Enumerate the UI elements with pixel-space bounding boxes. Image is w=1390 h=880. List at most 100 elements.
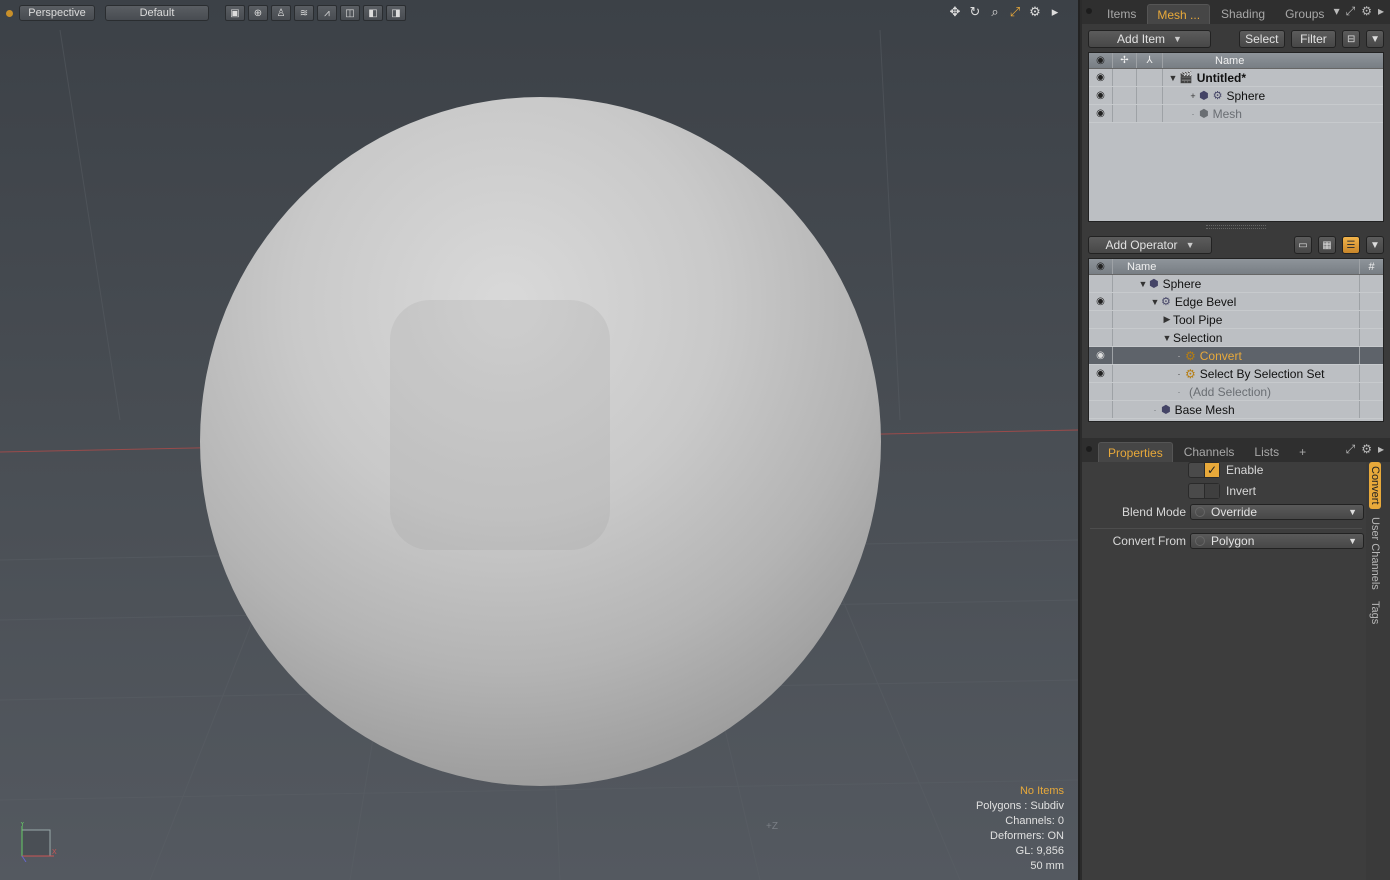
select-button[interactable]: Select <box>1238 30 1285 48</box>
mesh-cube-icon: ⬢ <box>1199 108 1209 120</box>
op-row-base-mesh[interactable]: · ⬢ Base Mesh <box>1089 401 1383 419</box>
ring-icon <box>1195 507 1205 517</box>
filter-button[interactable]: Filter <box>1290 30 1337 48</box>
expand-triangle-icon[interactable]: ▼ <box>1161 333 1173 343</box>
tree-row-scene[interactable]: ◉ ▼ 🎬 Untitled* <box>1089 69 1383 87</box>
eye-icon: ◉ <box>1089 259 1113 274</box>
visibility-eye-icon[interactable]: ◉ <box>1089 365 1113 382</box>
op-row-tool-pipe[interactable]: ▶ Tool Pipe <box>1089 311 1383 329</box>
expand-plus-icon[interactable]: + <box>1187 91 1199 101</box>
item-name-column[interactable]: Name <box>1163 53 1383 68</box>
stats-gl: GL: 9,856 <box>1015 845 1064 857</box>
gear-icon[interactable]: ⚙ <box>1361 4 1372 19</box>
operator-name-column[interactable]: Name <box>1113 259 1359 274</box>
viewport-stats: No Items Polygons : Subdiv Channels: 0 D… <box>976 784 1064 874</box>
expand-icon[interactable]: ⤢ <box>1346 4 1356 19</box>
view-type-button[interactable]: Perspective <box>19 5 95 21</box>
panel-grip[interactable] <box>1086 446 1092 452</box>
enable-checkbox[interactable]: ✓ <box>1188 462 1220 478</box>
operator-tree[interactable]: ◉ Name # ▼ ⬢ Sphere ◉ ▼ ⚙ Edge Bevel ▶ T… <box>1088 258 1384 422</box>
globe-icon[interactable]: ⊕ <box>248 5 268 21</box>
tab-channels[interactable]: Channels <box>1175 442 1244 462</box>
expand-triangle-icon[interactable]: ▼ <box>1137 279 1149 289</box>
pages-icon[interactable]: ◨ <box>386 5 406 21</box>
op-row-add-selection[interactable]: · (Add Selection) <box>1089 383 1383 401</box>
zoom-icon[interactable]: ⌕ <box>988 4 1002 20</box>
add-item-label: Add Item <box>1117 32 1166 46</box>
tab-mesh[interactable]: Mesh ... <box>1147 4 1211 24</box>
chevron-down-icon[interactable]: ▾ <box>1334 4 1340 19</box>
item-tree[interactable]: ◉ ✢ ⅄ Name ◉ ▼ 🎬 Untitled* ◉ + ⬢ ⚙ Spher… <box>1088 52 1384 222</box>
collapse-triangle-icon[interactable]: ▶ <box>1161 314 1173 325</box>
tab-lists[interactable]: Lists <box>1245 442 1288 462</box>
chevron-right-icon[interactable]: ▸ <box>1378 442 1384 457</box>
filter-funnel-icon[interactable]: ▼ <box>1366 30 1385 48</box>
tree-branch-icon: · <box>1153 404 1157 415</box>
blend-mode-value: Override <box>1211 505 1258 519</box>
gear-icon[interactable]: ⚙ <box>1028 4 1042 20</box>
op-row-select-by-selection-set[interactable]: ◉ · ⚙ Select By Selection Set <box>1089 365 1383 383</box>
op-tool-pipe-label: Tool Pipe <box>1173 312 1223 327</box>
side-tab-user-channels[interactable]: User Channels <box>1369 513 1381 594</box>
op-row-edge-bevel[interactable]: ◉ ▼ ⚙ Edge Bevel <box>1089 293 1383 311</box>
app-window: Perspective Default ▣ ⊕ ♙ ≋ ⩘ ◫ ◧ ◨ ✥ ↻ … <box>0 0 1390 880</box>
selection-gear-icon: ⚙ <box>1185 366 1196 381</box>
panel-grip[interactable] <box>1086 8 1092 14</box>
scale-icon[interactable]: ⤢ <box>1008 4 1022 20</box>
tab-properties[interactable]: Properties <box>1098 442 1173 462</box>
person-icon[interactable]: ♙ <box>271 5 291 21</box>
chevron-right-icon[interactable]: ▸ <box>1378 4 1384 19</box>
viewport-menu-dot[interactable] <box>6 9 13 17</box>
stats-items: No Items <box>1019 785 1064 797</box>
tab-add[interactable]: + <box>1290 442 1315 462</box>
invert-row: Invert <box>1188 483 1256 499</box>
visibility-eye-icon[interactable]: ◉ <box>1089 69 1113 86</box>
hair-icon[interactable]: ≋ <box>294 5 314 21</box>
rotate-icon[interactable]: ↻ <box>968 4 982 20</box>
viewport-toolbar: Perspective Default ▣ ⊕ ♙ ≋ ⩘ ◫ ◧ ◨ ✥ ↻ … <box>0 0 1078 26</box>
visibility-eye-icon[interactable]: ◉ <box>1089 293 1113 310</box>
add-operator-button[interactable]: Add Operator ▼ <box>1088 236 1212 254</box>
convert-from-dropdown[interactable]: Polygon ▼ <box>1190 533 1364 549</box>
layout-grid-icon[interactable]: ▦ <box>1318 236 1336 254</box>
tab-shading[interactable]: Shading <box>1212 4 1274 24</box>
panel-splitter[interactable] <box>1082 222 1390 232</box>
op-row-sphere[interactable]: ▼ ⬢ Sphere <box>1089 275 1383 293</box>
op-row-selection[interactable]: ▼ Selection <box>1089 329 1383 347</box>
op-row-convert[interactable]: ◉ · ⚙ Convert <box>1089 347 1383 365</box>
stats-deformers: Deformers: ON <box>990 830 1064 842</box>
visibility-eye-icon[interactable]: ◉ <box>1089 105 1113 122</box>
shading-style-button[interactable]: Default <box>105 5 209 21</box>
sculpt-icon[interactable]: ⩘ <box>317 5 337 21</box>
move-icon[interactable]: ✥ <box>948 4 962 20</box>
expand-triangle-icon[interactable]: ▼ <box>1167 73 1179 83</box>
blend-mode-dropdown[interactable]: Override ▼ <box>1190 504 1364 520</box>
tree-row-sphere[interactable]: ◉ + ⬢ ⚙ Sphere <box>1089 87 1383 105</box>
frame-icon[interactable]: ▣ <box>225 5 245 21</box>
visibility-eye-icon[interactable]: ◉ <box>1089 87 1113 104</box>
tab-items[interactable]: Items <box>1098 4 1145 24</box>
3d-viewport[interactable]: Perspective Default ▣ ⊕ ♙ ≋ ⩘ ◫ ◧ ◨ ✥ ↻ … <box>0 0 1080 880</box>
tab-groups[interactable]: Groups <box>1276 4 1333 24</box>
chevron-down-icon: ▼ <box>1348 536 1357 546</box>
invert-checkbox[interactable] <box>1188 483 1220 499</box>
side-tab-convert[interactable]: Convert <box>1369 462 1381 509</box>
layout-list-icon[interactable]: ▭ <box>1294 236 1312 254</box>
box-icon[interactable]: ◫ <box>340 5 360 21</box>
tree-branch-icon: · <box>1177 368 1181 379</box>
collapse-icon[interactable]: ⊟ <box>1342 30 1361 48</box>
enable-row: ✓ Enable <box>1188 462 1263 478</box>
chevron-right-icon[interactable]: ▸ <box>1048 4 1062 20</box>
gear-icon[interactable]: ⚙ <box>1361 442 1372 457</box>
expand-icon[interactable]: ⤢ <box>1346 442 1356 457</box>
layout-tree-icon[interactable]: ☰ <box>1342 236 1360 254</box>
op-convert-label: Convert <box>1199 348 1242 363</box>
tree-row-mesh[interactable]: ◉ · ⬢ Mesh <box>1089 105 1383 123</box>
add-item-button[interactable]: Add Item ▼ <box>1088 30 1211 48</box>
expand-triangle-icon[interactable]: ▼ <box>1149 297 1161 307</box>
visibility-eye-icon[interactable]: ◉ <box>1089 347 1113 364</box>
side-tab-tags[interactable]: Tags <box>1369 597 1381 628</box>
book-icon[interactable]: ◧ <box>363 5 383 21</box>
filter-funnel-icon[interactable]: ▼ <box>1366 236 1384 254</box>
properties-panel: Properties Channels Lists + ⤢ ⚙ ▸ ✓ Enab… <box>1082 438 1390 880</box>
